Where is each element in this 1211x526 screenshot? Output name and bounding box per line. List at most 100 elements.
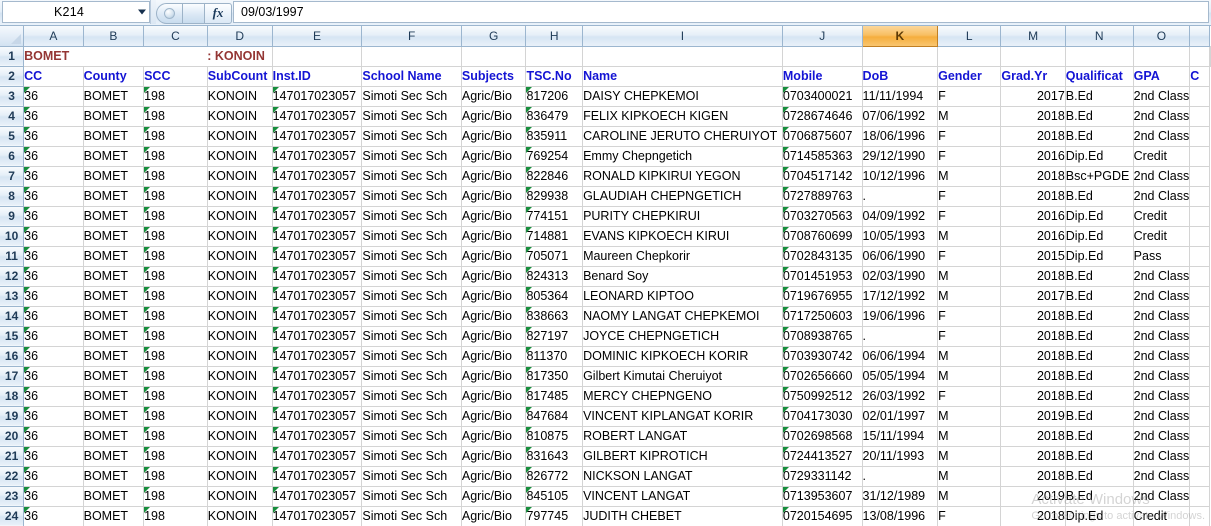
enter-icon[interactable]	[182, 2, 204, 24]
cell-dob[interactable]: 31/12/1989	[862, 486, 939, 507]
cell-scc[interactable]: 198	[143, 466, 208, 487]
cell-gpa[interactable]: Credit	[1133, 206, 1191, 227]
cell-scc[interactable]: 198	[143, 186, 208, 207]
cell-inst-id[interactable]: 147017023057	[272, 86, 363, 107]
cell-inst-id[interactable]: 147017023057	[272, 386, 363, 407]
cell-tsc-no[interactable]: 847684	[525, 406, 584, 427]
column-header-c[interactable]: C	[143, 26, 208, 47]
cell-cc[interactable]: 36	[23, 466, 84, 487]
cell-dob[interactable]: 13/08/1996	[862, 506, 939, 526]
cell-school[interactable]: Simoti Sec Sch	[361, 146, 462, 167]
cell-overflow[interactable]	[1189, 146, 1210, 167]
cell-grad-yr[interactable]: 2018	[1000, 126, 1066, 147]
cell-overflow[interactable]	[1189, 366, 1210, 387]
cell-county[interactable]: BOMET	[83, 466, 145, 487]
cell-tsc-no[interactable]: 845105	[525, 486, 584, 507]
cell-mobile[interactable]: 0703400021	[782, 86, 863, 107]
cell-overflow[interactable]	[1189, 326, 1210, 347]
header-cell-scc[interactable]: SCC	[143, 66, 208, 87]
cell-gpa[interactable]: 2nd Class	[1133, 126, 1191, 147]
cell-inst-id[interactable]: 147017023057	[272, 426, 363, 447]
cell-inst-id[interactable]: 147017023057	[272, 326, 363, 347]
cell-county[interactable]: BOMET	[83, 266, 145, 287]
cell-gender[interactable]: M	[937, 466, 1002, 487]
cell-dob[interactable]: 15/11/1994	[862, 426, 939, 447]
cell-school[interactable]: Simoti Sec Sch	[361, 346, 462, 367]
column-header-b[interactable]: B	[83, 26, 145, 47]
row-header-11[interactable]: 11	[0, 246, 25, 267]
cell-qualification[interactable]: B.Ed	[1065, 386, 1134, 407]
cell-subcount[interactable]: KONOIN	[207, 146, 273, 167]
row-header-1[interactable]: 1	[0, 46, 25, 67]
cell-county[interactable]: BOMET	[83, 286, 145, 307]
cell-inst-id[interactable]: 147017023057	[272, 466, 363, 487]
cell-mobile[interactable]: 0724413527	[782, 446, 863, 467]
cell-cc[interactable]: 36	[23, 426, 84, 447]
cell-gender[interactable]: M	[937, 426, 1002, 447]
cell-gpa[interactable]: 2nd Class	[1133, 186, 1191, 207]
header-cell-county[interactable]: County	[83, 66, 145, 87]
cell-school[interactable]: Simoti Sec Sch	[361, 306, 462, 327]
cell-scc[interactable]: 198	[143, 106, 208, 127]
cell-tsc-no[interactable]: 817350	[525, 366, 584, 387]
cell-school[interactable]: Simoti Sec Sch	[361, 266, 462, 287]
cell-county[interactable]: BOMET	[83, 506, 145, 526]
cell-gender[interactable]: F	[937, 326, 1002, 347]
cell-mobile[interactable]: 0750992512	[782, 386, 863, 407]
cell-gender[interactable]: M	[937, 406, 1002, 427]
cell-tsc-no[interactable]: 769254	[525, 146, 584, 167]
cell-subjects[interactable]: Agric/Bio	[461, 386, 527, 407]
cell-subjects[interactable]: Agric/Bio	[461, 126, 527, 147]
cell-tsc-no[interactable]: 835911	[525, 126, 584, 147]
cell-overflow[interactable]	[1189, 166, 1210, 187]
cell-mobile[interactable]: 0719676955	[782, 286, 863, 307]
row-header-18[interactable]: 18	[0, 386, 25, 407]
cell-dob[interactable]: 07/06/1992	[862, 106, 939, 127]
cell-subcount[interactable]: KONOIN	[207, 166, 273, 187]
cell-inst-id[interactable]: 147017023057	[272, 406, 363, 427]
cell-gender[interactable]: F	[937, 186, 1002, 207]
cell-gender[interactable]: F	[937, 386, 1002, 407]
cell-grad-yr[interactable]: 2018	[1000, 326, 1066, 347]
cell-gender[interactable]: F	[937, 86, 1002, 107]
cell-qualification[interactable]: B.Ed	[1065, 466, 1134, 487]
cell-gpa[interactable]: 2nd Class	[1133, 406, 1191, 427]
cell-gender[interactable]: F	[937, 126, 1002, 147]
cell-name[interactable]: DAISY CHEPKEMOI	[582, 86, 783, 107]
cell-gpa[interactable]: 2nd Class	[1133, 446, 1191, 467]
cell-inst-id[interactable]: 147017023057	[272, 366, 363, 387]
column-header-a[interactable]: A	[23, 26, 84, 47]
cell-qualification[interactable]: B.Ed	[1065, 326, 1134, 347]
cell-gender[interactable]: F	[937, 206, 1002, 227]
header-cell-subcount[interactable]: SubCount	[207, 66, 273, 87]
cell-tsc-no[interactable]: 824313	[525, 266, 584, 287]
cell-inst-id[interactable]: 147017023057	[272, 446, 363, 467]
cell-subjects[interactable]: Agric/Bio	[461, 206, 527, 227]
cell-name[interactable]: ROBERT LANGAT	[582, 426, 783, 447]
cell-school[interactable]: Simoti Sec Sch	[361, 246, 462, 267]
cell-qualification[interactable]: B.Ed	[1065, 106, 1134, 127]
header-cell-c[interactable]: C	[1189, 66, 1210, 87]
cell-mobile[interactable]: 0706875607	[782, 126, 863, 147]
cell-qualification[interactable]: B.Ed	[1065, 406, 1134, 427]
cell-subjects[interactable]: Agric/Bio	[461, 326, 527, 347]
cell-name[interactable]: JUDITH CHEBET	[582, 506, 783, 526]
cell-dob[interactable]: 04/09/1992	[862, 206, 939, 227]
cell-school[interactable]: Simoti Sec Sch	[361, 366, 462, 387]
cell-qualification[interactable]: B.Ed	[1065, 486, 1134, 507]
cell-inst-id[interactable]: 147017023057	[272, 126, 363, 147]
name-box[interactable]: K214	[2, 1, 150, 23]
cell-tsc-no[interactable]: 829938	[525, 186, 584, 207]
cell-grad-yr[interactable]: 2018	[1000, 466, 1066, 487]
cell-grad-yr[interactable]: 2015	[1000, 246, 1066, 267]
cell-subjects[interactable]: Agric/Bio	[461, 426, 527, 447]
cell-county[interactable]: BOMET	[83, 166, 145, 187]
cell-subcount[interactable]: KONOIN	[207, 326, 273, 347]
cell-overflow[interactable]	[1189, 406, 1210, 427]
cell-mobile[interactable]: 0703270563	[782, 206, 863, 227]
cell-qualification[interactable]: Dip.Ed	[1065, 206, 1134, 227]
cell-overflow[interactable]	[1189, 126, 1210, 147]
cell-grad-yr[interactable]: 2019	[1000, 406, 1066, 427]
cell-gender[interactable]: M	[937, 446, 1002, 467]
cell-mobile[interactable]: 0702698568	[782, 426, 863, 447]
